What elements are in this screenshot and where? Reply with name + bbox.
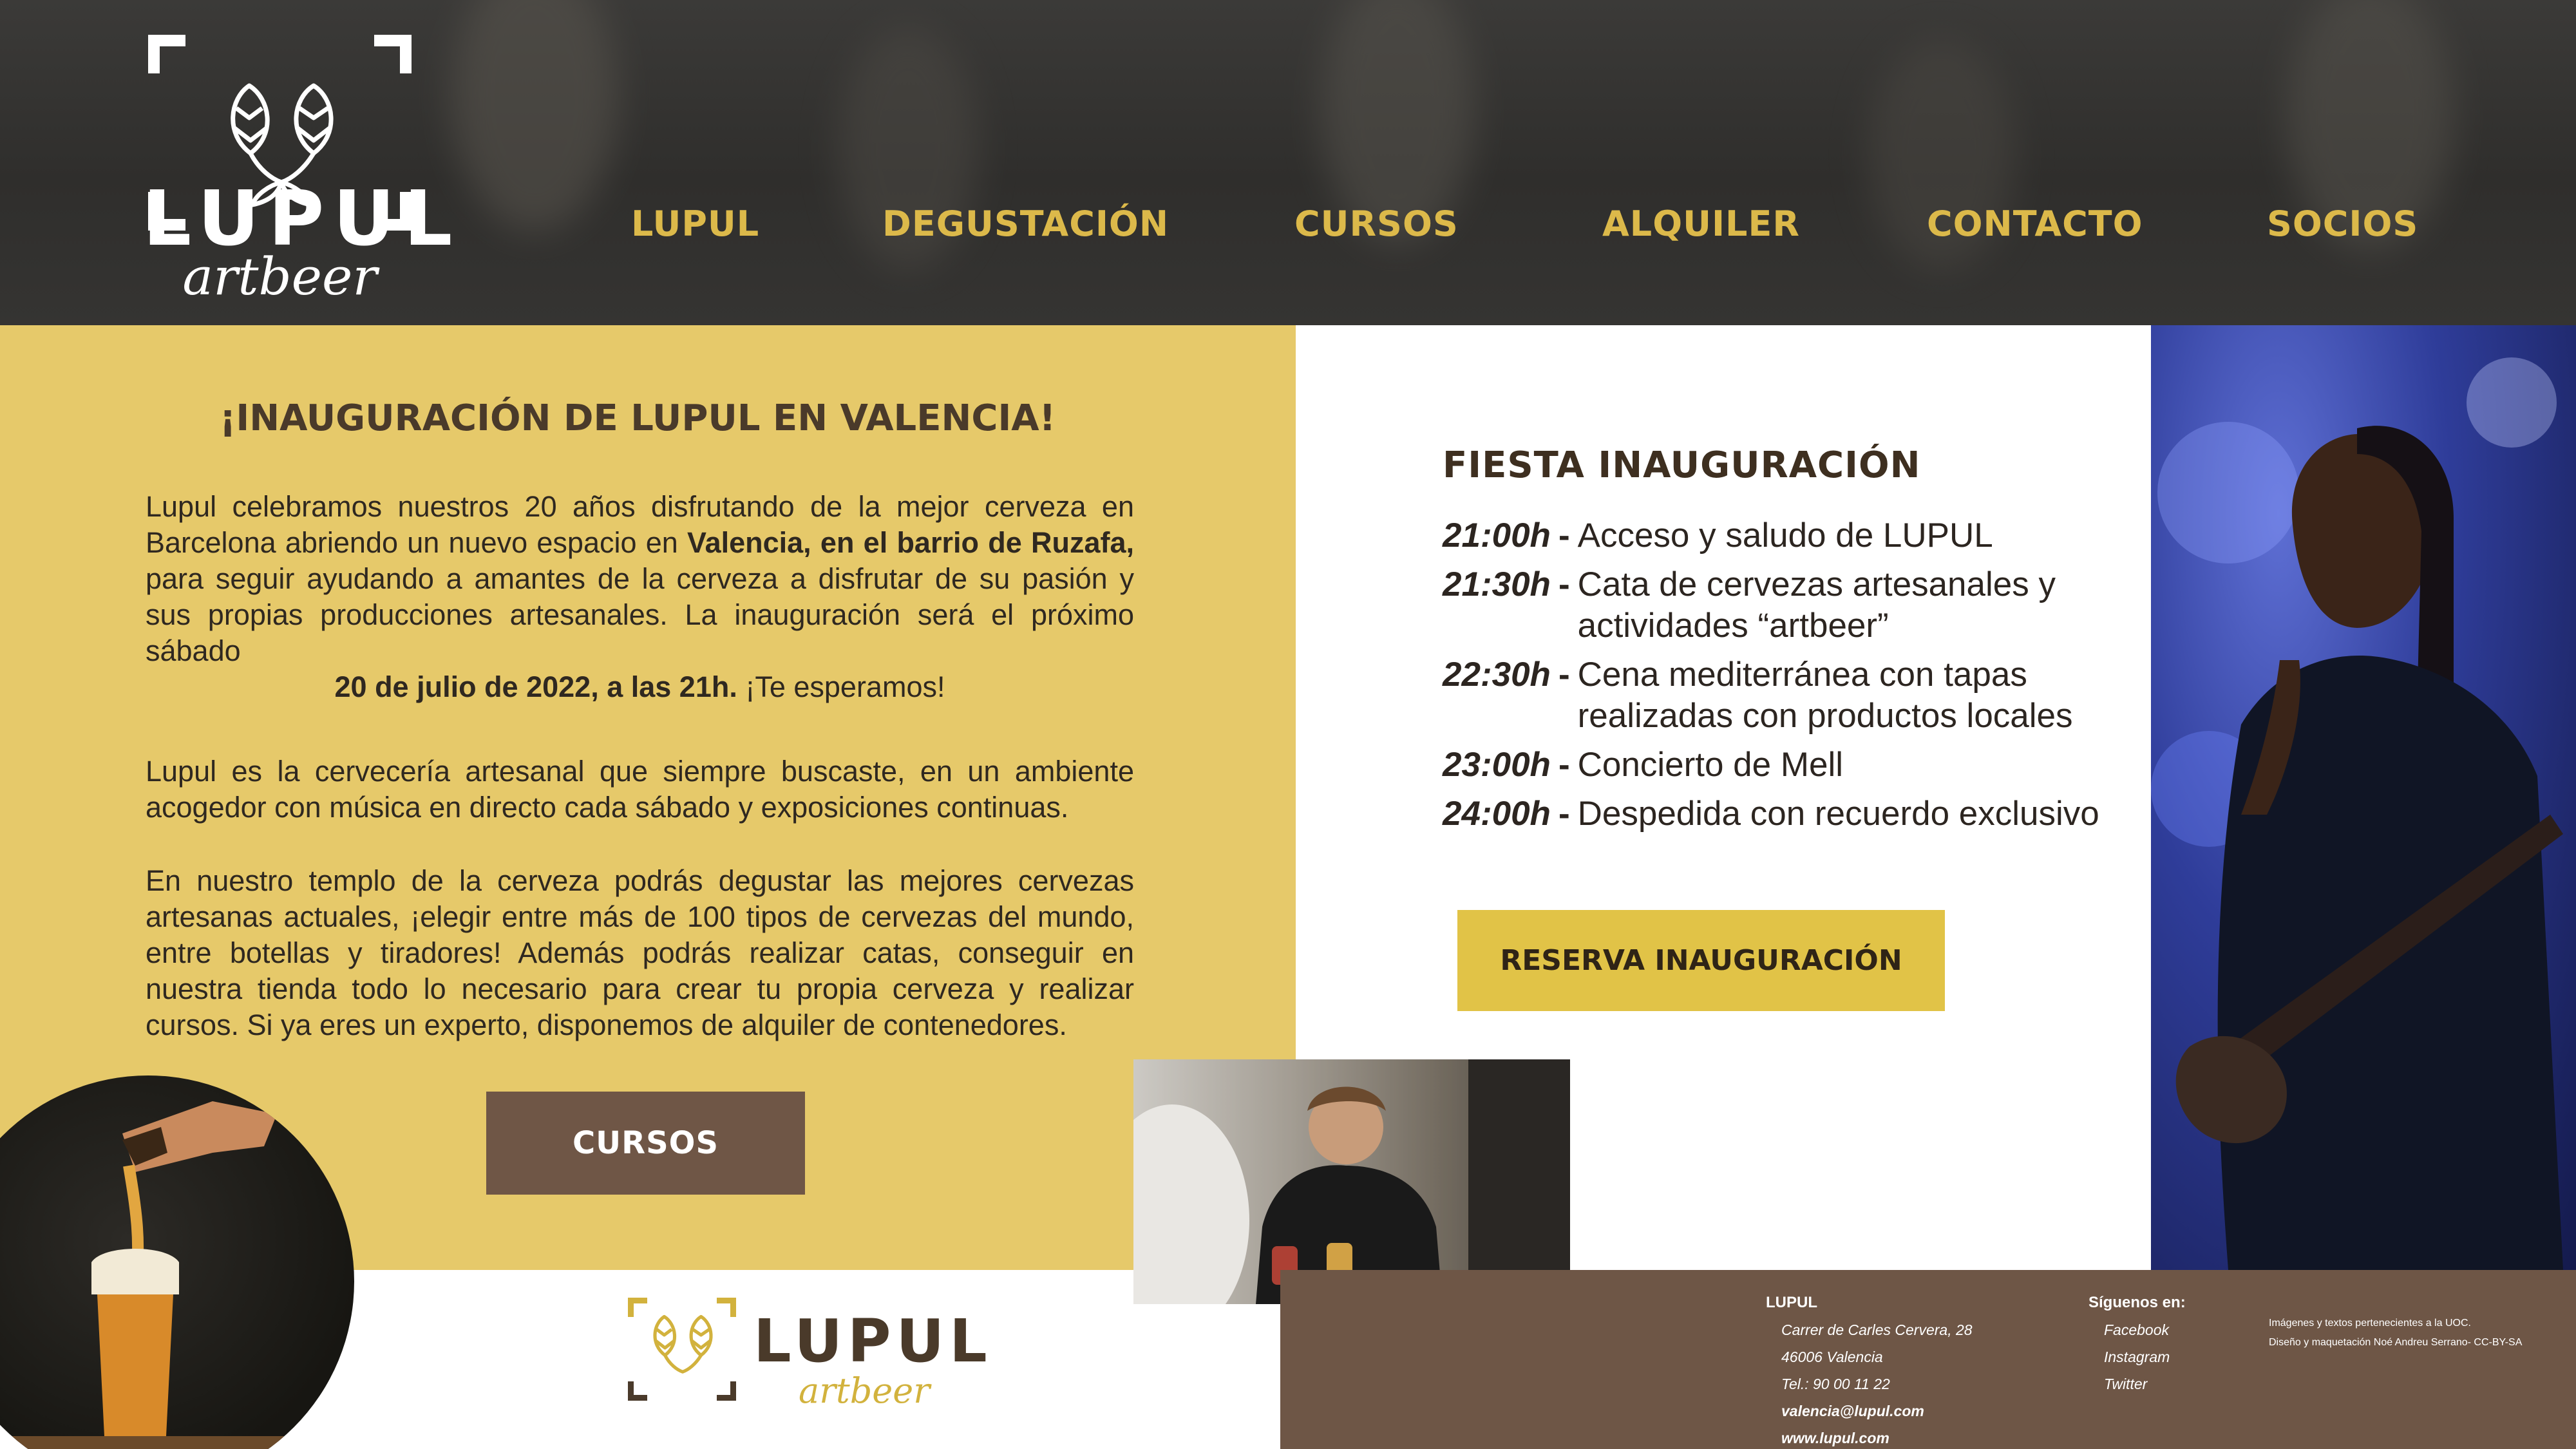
footer-web-link[interactable]: www.lupul.com [1766,1425,1973,1449]
header: LUPUL artbeer LUPUL DEGUSTACIÓN CURSOS A… [0,0,2576,325]
schedule-desc: Cata de cervezas artesanales y actividad… [1577,565,2056,645]
friends-photo [1133,1059,1570,1304]
footer-logo-wordmark: LUPUL [753,1307,992,1376]
schedule-item: 23:00h - Concierto de Mell [1443,744,2151,786]
schedule-item: 21:00h - Acceso y saludo de LUPUL [1443,515,2151,556]
header-logo[interactable]: LUPUL artbeer [143,31,452,307]
intro-paragraph-3: En nuestro templo de la cerveza podrás d… [146,864,1134,1041]
schedule-time: 23:00h [1443,746,1551,784]
footer-credits: Imágenes y textos pertenecientes a la UO… [2269,1314,2522,1352]
intro-text: para seguir ayudando a amantes de la cer… [146,562,1134,667]
footer-logo-tagline: artbeer [799,1370,931,1411]
schedule-item: 24:00h - Despedida con recuerdo exclusivo [1443,793,2151,835]
header-bg-shape [451,0,618,232]
footer-email-link[interactable]: valencia@lupul.com [1766,1397,1973,1425]
nav-alquiler[interactable]: ALQUILER [1602,204,1800,244]
schedule-separator: - [1558,516,1570,554]
schedule-time: 21:30h [1443,565,1551,603]
schedule-time: 22:30h [1443,656,1551,694]
main-nav: LUPUL DEGUSTACIÓN CURSOS ALQUILER CONTAC… [0,204,2576,255]
nav-degustacion[interactable]: DEGUSTACIÓN [882,204,1169,244]
schedule-desc: Despedida con recuerdo exclusivo [1577,795,2099,833]
footer-contact: LUPUL Carrer de Carles Cervera, 28 46006… [1766,1289,1973,1449]
footer-social: Síguenos en: Facebook Instagram Twitter [2088,1289,2186,1397]
intro-title: ¡INAUGURACIÓN DE LUPUL EN VALENCIA! [219,397,1056,439]
intro-date-line: 20 de julio de 2022, a las 21h. ¡Te espe… [146,669,1134,705]
schedule-item: 22:30h - Cena mediterránea con tapas real… [1443,654,2151,737]
guitarist-photo [2151,325,2576,1270]
schedule-desc: Acceso y saludo de LUPUL [1577,516,1993,554]
intro-location: Valencia, en el barrio de Ruzafa, [687,526,1134,559]
intro-paragraph-1: Lupul celebramos nuestros 20 años disfru… [146,489,1134,705]
schedule-time: 24:00h [1443,795,1551,833]
intro-text: ¡Te esperamos! [737,670,945,703]
footer-facebook-link[interactable]: Facebook [2088,1316,2186,1343]
footer-city: 46006 Valencia [1781,1349,1883,1365]
footer-logo[interactable]: LUPUL artbeer [628,1298,989,1414]
schedule-separator: - [1558,746,1570,784]
hops-icon [653,1314,713,1374]
intro-date: 20 de julio de 2022, a las 21h. [334,670,737,703]
intro-paragraph-2: Lupul es la cervecería artesanal que sie… [146,755,1134,824]
footer-contact-heading: LUPUL [1766,1294,1817,1311]
nav-contacto[interactable]: CONTACTO [1927,204,2143,244]
footer-twitter-link[interactable]: Twitter [2088,1370,2186,1397]
logo-tagline: artbeer [182,247,377,307]
schedule-separator: - [1558,795,1570,833]
footer-address: Carrer de Carles Cervera, 28 [1781,1321,1973,1338]
footer-credits-line: Diseño y maquetación Noé Andreu Serrano-… [2269,1337,2523,1348]
footer-credits-line: Imágenes y textos pertenecientes a la UO… [2269,1318,2471,1329]
fiesta-schedule: 21:00h - Acceso y saludo de LUPUL 21:30h -… [1443,515,2151,842]
footer-phone[interactable]: Tel.: 90 00 11 22 [1766,1370,1973,1397]
footer: LUPUL Carrer de Carles Cervera, 28 46006… [1280,1270,2576,1449]
footer-instagram-link[interactable]: Instagram [2088,1343,2186,1370]
fiesta-title: FIESTA INAUGURACIÓN [1443,444,1921,486]
schedule-time: 21:00h [1443,516,1551,554]
reserva-button[interactable]: RESERVA INAUGURACIÓN [1457,910,1945,1011]
schedule-separator: - [1558,565,1570,603]
schedule-desc: Cena mediterránea con tapas realizadas c… [1577,656,2073,735]
schedule-item: 21:30h - Cata de cervezas artesanales y a… [1443,564,2151,647]
friends-illustration [1133,1059,1570,1304]
nav-lupul[interactable]: LUPUL [631,204,759,244]
cursos-button[interactable]: CURSOS [486,1092,805,1195]
schedule-separator: - [1558,656,1570,694]
guitarist-illustration [2151,357,2563,1270]
logo-corner [148,35,185,73]
schedule-desc: Concierto de Mell [1577,746,1843,784]
logo-corner [374,35,412,73]
footer-social-heading: Síguenos en: [2088,1294,2186,1311]
nav-socios[interactable]: SOCIOS [2267,204,2418,244]
nav-cursos[interactable]: CURSOS [1294,204,1459,244]
